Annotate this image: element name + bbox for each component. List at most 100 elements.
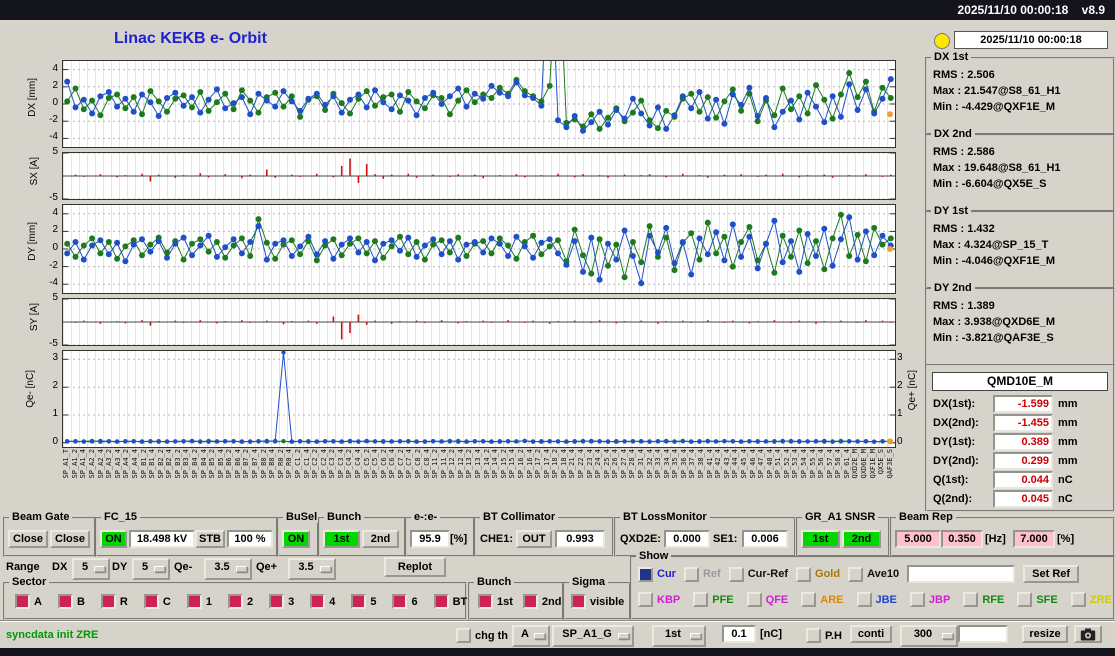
range-dy-dropdown[interactable]: 5 xyxy=(132,558,170,580)
sector-checkbox-item[interactable]: BT xyxy=(433,594,467,609)
snsr-1st-button[interactable]: 1st xyxy=(801,530,840,548)
sector-checkbox[interactable] xyxy=(351,594,367,609)
chg-th-item[interactable]: chg th xyxy=(456,628,508,643)
show-option-item[interactable]: Ave10 xyxy=(848,566,899,582)
threshold-unit: [nC] xyxy=(760,628,782,640)
sector-checkbox-item[interactable]: 5 xyxy=(351,594,376,609)
region-option-item[interactable]: PFE xyxy=(693,592,734,607)
sector-checkbox[interactable] xyxy=(186,594,202,609)
sector-checkbox[interactable] xyxy=(269,594,285,609)
show-checkbox[interactable] xyxy=(796,566,812,582)
bunch-checkbox-item[interactable]: 2nd xyxy=(522,594,561,609)
sector-checkbox[interactable] xyxy=(57,594,73,609)
region-option-item[interactable]: JBE xyxy=(856,592,897,607)
show-checkbox[interactable] xyxy=(728,566,744,582)
sector-checkbox[interactable] xyxy=(100,594,116,609)
x-axis-bpm-label: SP_33_4 xyxy=(654,449,663,479)
region-checkbox[interactable] xyxy=(1070,592,1086,607)
bunch-checkbox[interactable] xyxy=(478,594,493,609)
bunch-2nd-button[interactable]: 2nd xyxy=(362,530,399,548)
region-option-item[interactable]: KBP xyxy=(638,592,680,607)
show-option-item[interactable]: Cur xyxy=(638,566,676,582)
sector-checkbox-item[interactable]: 4 xyxy=(310,594,335,609)
ee-ratio-value[interactable]: 95.9 xyxy=(410,530,450,548)
show-checkbox[interactable] xyxy=(848,566,864,582)
sector-checkbox[interactable] xyxy=(227,594,243,609)
show-checkbox[interactable] xyxy=(683,566,699,582)
fc15-on-button[interactable]: ON xyxy=(100,530,127,548)
sector-checkbox-item[interactable]: 6 xyxy=(392,594,418,609)
sector-checkbox-item[interactable]: A xyxy=(15,594,42,609)
region-option-item[interactable]: QFE xyxy=(746,592,788,607)
sigma-checkbox[interactable] xyxy=(571,594,586,609)
sector-checkbox-item[interactable]: B xyxy=(57,594,85,609)
ph-checkbox[interactable] xyxy=(806,628,821,643)
device-dropdown[interactable]: SP_A1_G xyxy=(552,625,634,647)
show-option-item[interactable]: Cur-Ref xyxy=(728,566,788,582)
screenshot-button[interactable] xyxy=(1074,625,1102,643)
fc15-percent-value[interactable]: 100 % xyxy=(227,530,273,548)
bunch-dropdown[interactable]: 1st xyxy=(652,625,706,647)
range-qep-dropdown[interactable]: 3.5 xyxy=(288,558,336,580)
fc15-stb-button[interactable]: STB xyxy=(195,530,225,548)
range-dx-dropdown[interactable]: 5 xyxy=(72,558,110,580)
spare-entry[interactable] xyxy=(958,625,1008,643)
resize-button[interactable]: resize xyxy=(1022,625,1068,643)
conti-button[interactable]: conti xyxy=(850,625,892,643)
region-checkbox[interactable] xyxy=(856,592,872,607)
sector-checkbox[interactable] xyxy=(143,594,159,609)
beam-gate-close-2-button[interactable]: Close xyxy=(50,530,90,548)
sector-checkbox-item[interactable]: 3 xyxy=(269,594,294,609)
ref-name-input[interactable] xyxy=(907,565,1016,583)
range-qem-dropdown[interactable]: 3.5 xyxy=(204,558,252,580)
chg-th-checkbox[interactable] xyxy=(456,628,471,643)
sector-checkbox-item[interactable]: C xyxy=(143,594,171,609)
x-axis-bpm-label: SP_B2_4 xyxy=(165,449,174,479)
ph-item[interactable]: P.H xyxy=(806,628,842,643)
beam-rep-value-2[interactable]: 0.350 xyxy=(941,530,983,548)
sector-checkbox[interactable] xyxy=(433,594,449,609)
beam-gate-close-1-button[interactable]: Close xyxy=(8,530,48,548)
beam-rep-value-3[interactable]: 7.000 xyxy=(1013,530,1055,548)
sigma-checkbox-item[interactable]: visible xyxy=(571,594,624,609)
region-checkbox[interactable] xyxy=(693,592,709,607)
sector-checkbox-item[interactable]: 1 xyxy=(186,594,212,609)
region-checkbox[interactable] xyxy=(801,592,817,607)
busel-on-button[interactable]: ON xyxy=(282,530,310,548)
show-checkbox[interactable] xyxy=(638,566,653,582)
sector-checkbox-item[interactable]: R xyxy=(100,594,128,609)
region-option-item[interactable]: ZRE xyxy=(1070,592,1112,607)
bunch-checkbox[interactable] xyxy=(522,594,538,609)
threshold-value[interactable]: 0.1 xyxy=(722,625,756,643)
show-option-item[interactable]: Ref xyxy=(683,566,721,582)
bunch-checkbox-item[interactable]: 1st xyxy=(478,594,513,609)
x-axis-bpm-label: SP_B8_4 xyxy=(268,449,277,479)
che1-out-button[interactable]: OUT xyxy=(516,530,552,548)
qxd2e-value[interactable]: 0.000 xyxy=(664,530,710,548)
region-checkbox[interactable] xyxy=(638,592,653,607)
che1-value[interactable]: 0.993 xyxy=(555,530,605,548)
show-option-item[interactable]: Gold xyxy=(796,566,840,582)
snsr-2nd-button[interactable]: 2nd xyxy=(842,530,881,548)
sector-dropdown[interactable]: A xyxy=(512,625,550,647)
set-ref-button[interactable]: Set Ref xyxy=(1023,565,1080,583)
region-checkbox[interactable] xyxy=(909,592,925,607)
se1-value[interactable]: 0.006 xyxy=(742,530,788,548)
interval-dropdown[interactable]: 300 xyxy=(900,625,958,647)
sector-checkbox[interactable] xyxy=(392,594,408,609)
region-option-item[interactable]: SFE xyxy=(1017,592,1058,607)
beam-rep-value-1[interactable]: 5.000 xyxy=(895,530,941,548)
x-axis-bpm-label: SP_34_4 xyxy=(662,449,671,479)
bunch-1st-button[interactable]: 1st xyxy=(323,530,360,548)
sector-checkbox-item[interactable]: 2 xyxy=(227,594,253,609)
region-checkbox[interactable] xyxy=(963,592,979,607)
region-option-item[interactable]: JBP xyxy=(909,592,950,607)
region-checkbox[interactable] xyxy=(746,592,762,607)
region-checkbox[interactable] xyxy=(1017,592,1033,607)
region-option-item[interactable]: RFE xyxy=(963,592,1004,607)
fc15-kv-value[interactable]: 18.498 kV xyxy=(129,530,195,548)
sector-checkbox[interactable] xyxy=(15,594,30,609)
sector-checkbox[interactable] xyxy=(310,594,326,609)
region-option-item[interactable]: ARE xyxy=(801,592,844,607)
replot-button[interactable]: Replot xyxy=(384,557,446,577)
